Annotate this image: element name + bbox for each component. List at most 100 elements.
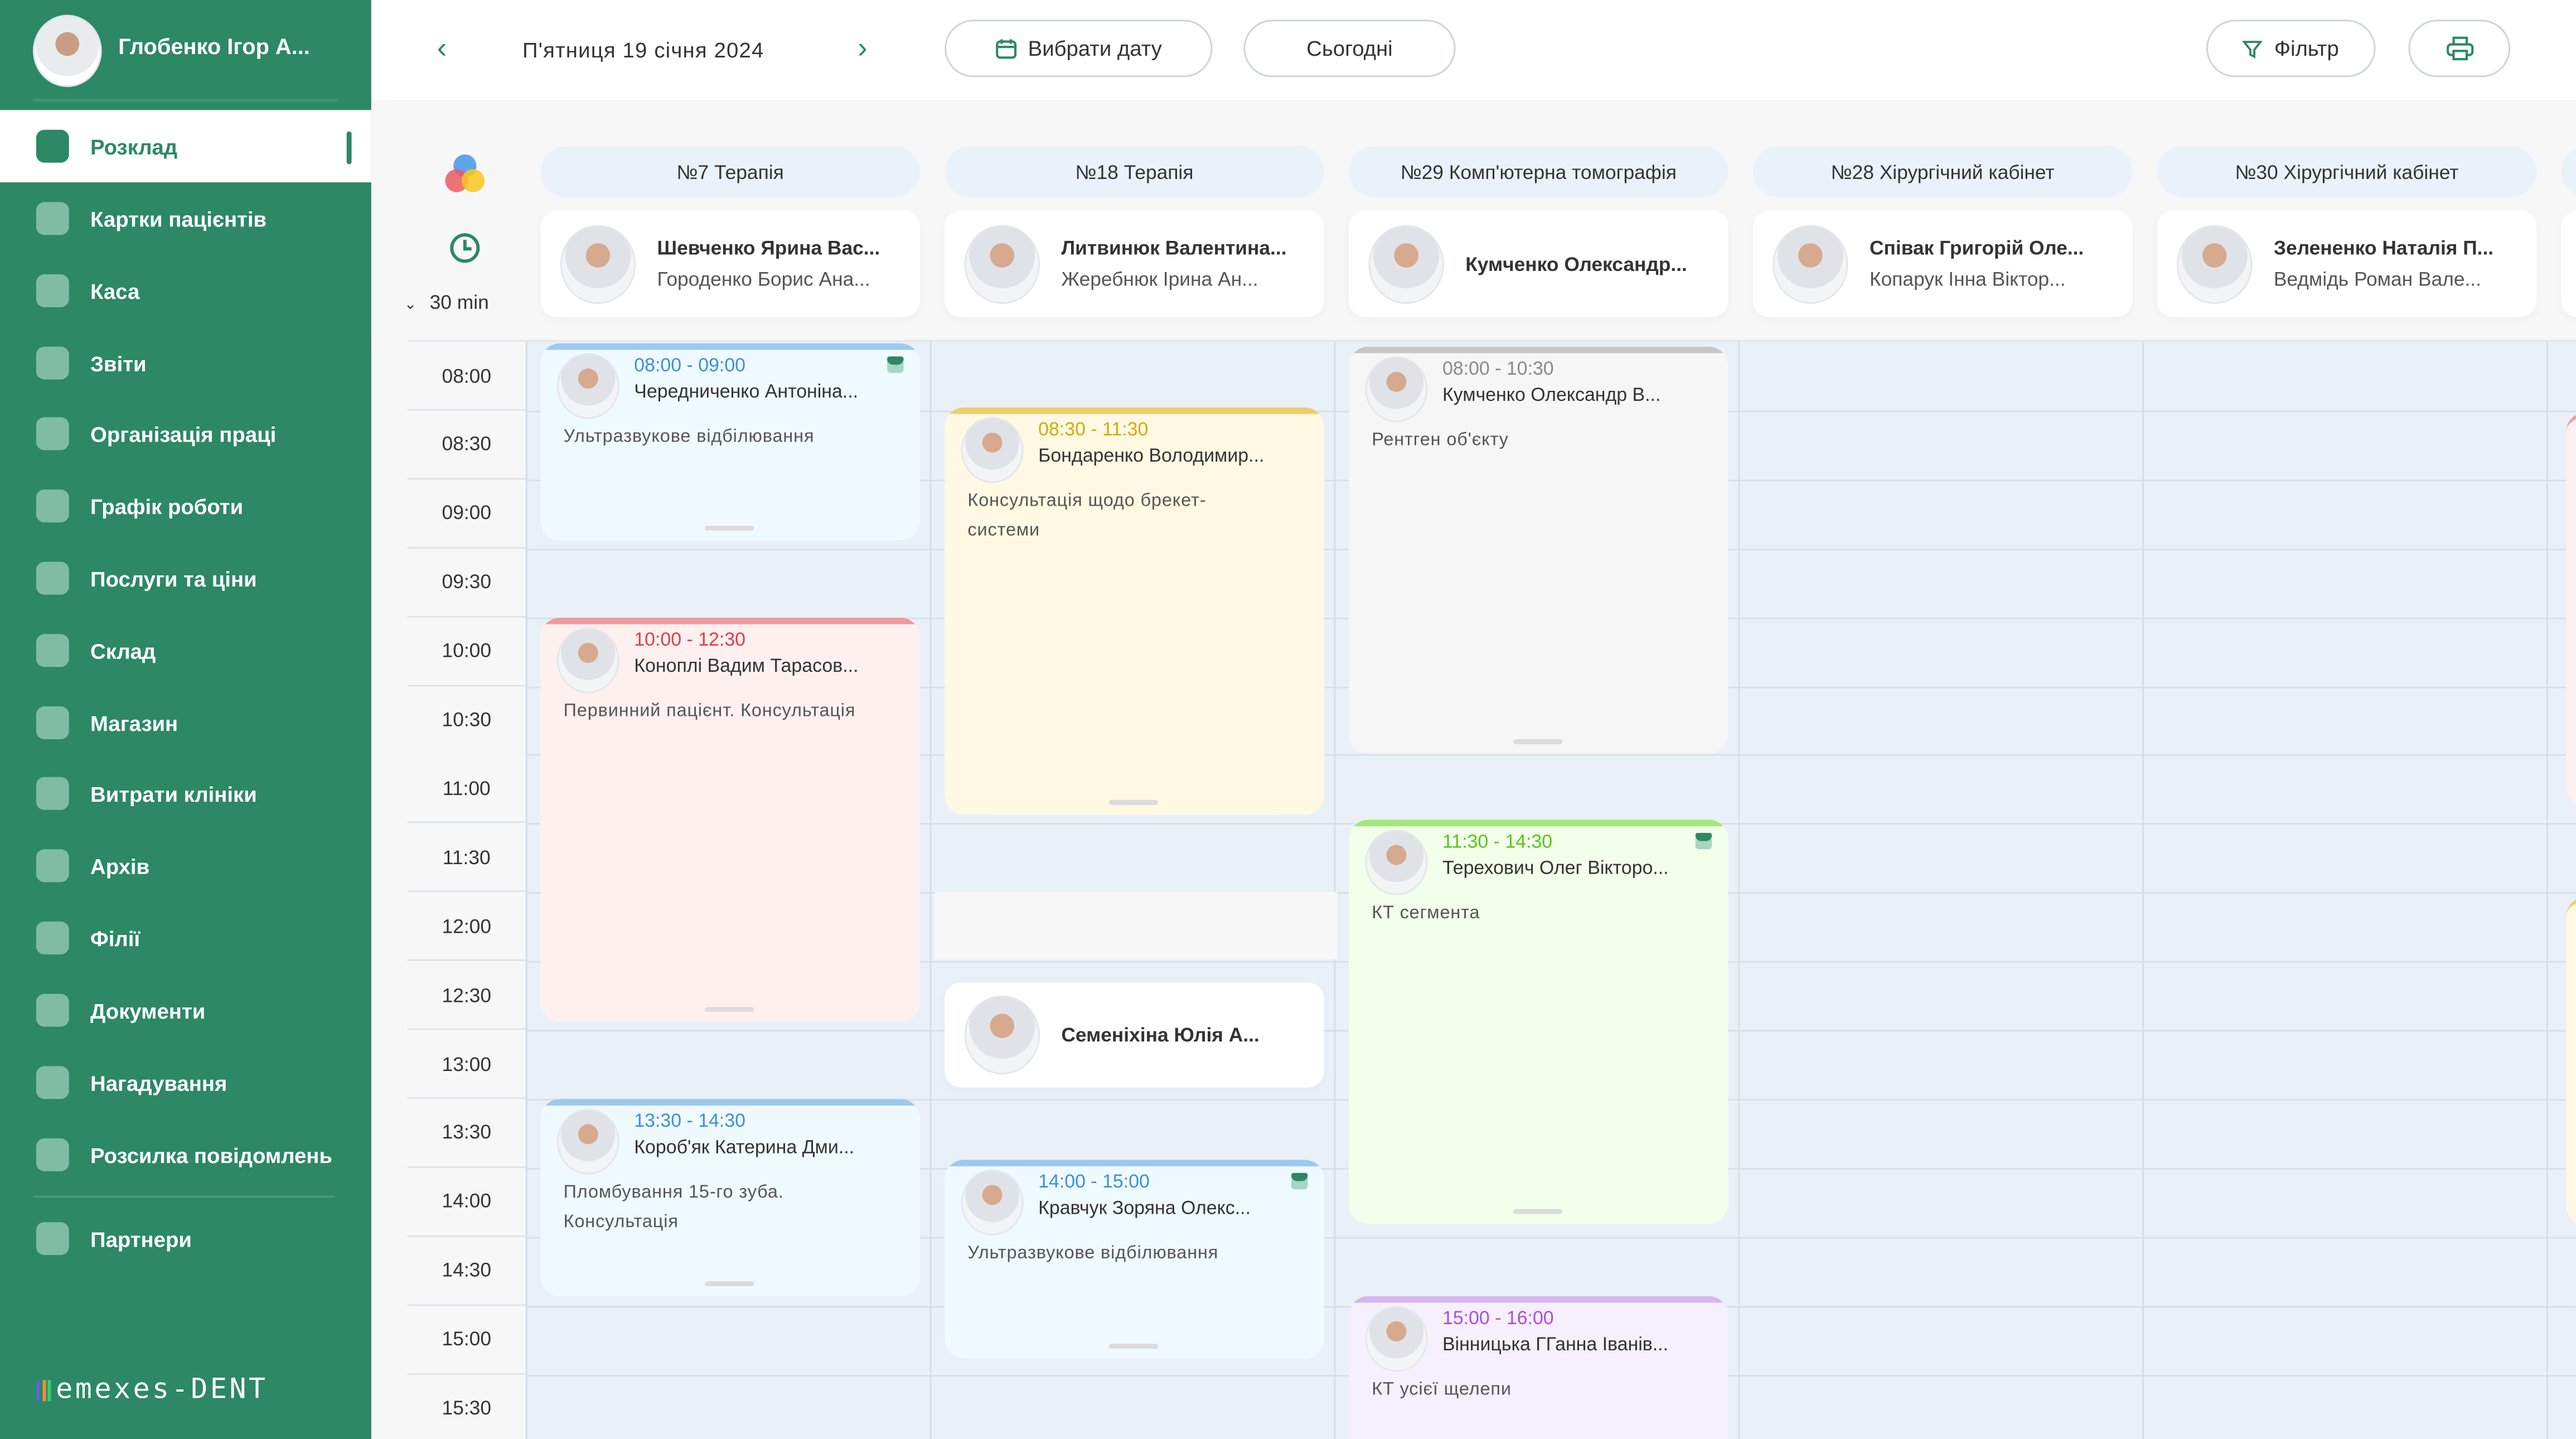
sidebar-item[interactable]: Організація праці	[0, 398, 371, 470]
shift-doctor-card[interactable]: Семеніхіна Юлія А...	[945, 982, 1324, 1088]
doctor-name: Шевченко Ярина Вас...	[657, 236, 880, 260]
appointment-card[interactable]: 13:30 - 14:30 Короб'як Катерина Дми... Пло…	[540, 1099, 920, 1296]
printer-icon	[2446, 36, 2473, 61]
sidebar-item[interactable]: Графік роботи	[0, 470, 371, 542]
confirmed-icon	[887, 356, 904, 373]
sidebar-item[interactable]: Звіти	[0, 327, 371, 399]
appointment-time: 08:00 - 10:30	[1442, 360, 1554, 380]
doctor-card[interactable]: Зелененко Наталія П... Ведмідь Роман Вале…	[2157, 210, 2537, 317]
sidebar-item[interactable]: Каса	[0, 255, 371, 327]
appointment-card[interactable]: 08:00 - 10:30 Кумченко Олександр В... Рент…	[1348, 346, 1728, 754]
resize-handle[interactable]	[705, 1281, 754, 1287]
appointment-time: 11:30 - 14:30	[1442, 832, 1553, 853]
bag-icon	[36, 706, 69, 739]
room-header[interactable]: №29 Комп'ютерна томографія	[1348, 146, 1728, 197]
time-label: 09:30	[407, 548, 526, 617]
appointment-card[interactable]: 15:00 - 16:00 Вінницька ГГанна Іванів... К…	[1348, 1296, 1728, 1439]
doctor-card-partial[interactable]	[2561, 210, 2576, 317]
sidebar-item[interactable]: Нагадування	[0, 1046, 371, 1119]
sidebar-item[interactable]: Розклад	[0, 110, 371, 183]
wallet-icon	[36, 274, 69, 307]
today-label: Сьогодні	[1306, 36, 1393, 61]
prev-day-chevron-icon[interactable]: ‹	[437, 31, 447, 66]
sidebar-item-label: Документи	[90, 997, 206, 1023]
status-bar	[1348, 1296, 1728, 1303]
resize-handle[interactable]	[1108, 800, 1159, 805]
sidebar-item-label: Архів	[90, 853, 150, 878]
document-icon	[36, 994, 69, 1027]
resize-handle[interactable]	[705, 525, 754, 531]
service-name: Первинний пацієнт. Консультація	[563, 701, 856, 721]
appointment-card[interactable]: 10:00 - 12:30 Коноплі Вадим Тарасов... Пер…	[540, 617, 920, 1022]
doctor-card[interactable]: Кумченко Олександр...	[1348, 210, 1728, 317]
doctor-name: Литвинюк Валентина...	[1061, 236, 1287, 260]
clock-icon[interactable]	[448, 231, 481, 264]
patient-avatar	[556, 627, 619, 694]
user-name[interactable]: Глобенко Ігор А...	[118, 35, 310, 59]
sidebar-item[interactable]: Архів	[0, 830, 371, 902]
room-header[interactable]: №28 Хірургічний кабінет	[1752, 146, 2133, 197]
current-date: П'ятниця 19 січня 2024	[522, 37, 764, 62]
filter-icon	[2243, 40, 2263, 58]
patient-name: Кравчук Зоряна Олекс...	[1038, 1199, 1251, 1219]
print-button[interactable]	[2408, 20, 2511, 77]
doctor-avatar	[1368, 224, 1444, 303]
appointment-card-partial[interactable]	[2566, 897, 2576, 1226]
appointment-card[interactable]: 14:00 - 15:00 Кравчук Зоряна Олекс... Ульт…	[945, 1160, 1324, 1359]
doctor-name: Кумченко Олександр...	[1465, 252, 1687, 275]
today-button[interactable]: Сьогодні	[1243, 20, 1456, 77]
doctor-card[interactable]: Литвинюк Валентина... Жеребнюк Ірина Ан..…	[945, 210, 1324, 317]
patient-name: Кумченко Олександр В...	[1442, 386, 1661, 406]
home-icon	[36, 921, 69, 955]
doctor-card[interactable]: Співак Григорій Оле... Копарук Інна Вікто…	[1752, 210, 2133, 317]
resize-handle[interactable]	[1108, 1344, 1159, 1349]
status-bar	[1348, 346, 1728, 353]
divider	[32, 1195, 336, 1198]
sidebar-item[interactable]: Партнери	[0, 1203, 371, 1275]
time-label: 12:00	[407, 892, 526, 962]
next-day-chevron-icon[interactable]: ›	[858, 31, 868, 66]
sidebar-item[interactable]: Послуги та ціни	[0, 542, 371, 614]
appointment-card[interactable]: 08:00 - 09:00 Чередниченко Антоніна... Уль…	[540, 343, 920, 541]
sidebar-item[interactable]: Склад	[0, 614, 371, 687]
doctor-name: Семеніхіна Юлія А...	[1061, 1023, 1260, 1046]
filter-button[interactable]: Фільтр	[2206, 20, 2376, 77]
patient-avatar	[556, 1108, 619, 1175]
sidebar-item-label: Філії	[90, 926, 141, 951]
sidebar-item[interactable]: Філії	[0, 902, 371, 975]
pick-date-button[interactable]: Вибрати дату	[945, 20, 1213, 77]
sidebar-item[interactable]: Розсилка повідомлень	[0, 1118, 371, 1191]
doctor-avatar	[560, 224, 636, 303]
room-header[interactable]: №18 Терапія	[945, 146, 1324, 197]
time-label: 13:00	[407, 1030, 526, 1099]
interval-select[interactable]: ⌄ 30 min	[404, 291, 489, 314]
sidebar-item-label: Партнери	[90, 1226, 192, 1251]
sidebar-item-label: Витрати клініки	[90, 781, 257, 806]
room-header[interactable]: №30 Хірургічний кабінет	[2157, 146, 2537, 197]
appointment-card-partial[interactable]	[2566, 412, 2576, 807]
sidebar-item[interactable]: Витрати клініки	[0, 757, 371, 830]
sidebar-item[interactable]: Магазин	[0, 687, 371, 759]
chart-icon	[36, 561, 69, 595]
cart-icon	[36, 634, 69, 667]
time-label: 10:00	[407, 617, 526, 686]
sidebar-item[interactable]: Картки пацієнтів	[0, 182, 371, 255]
time-label: 08:00	[407, 341, 526, 411]
doctor-info: Шевченко Ярина Вас... Городенко Борис Ана…	[657, 236, 880, 290]
appointment-time: 10:00 - 12:30	[634, 631, 746, 651]
status-bar	[945, 407, 1324, 414]
resize-handle[interactable]	[1513, 739, 1563, 744]
appointment-card[interactable]: 08:30 - 11:30 Бондаренко Володимир... Конс…	[945, 407, 1324, 815]
resize-handle[interactable]	[1513, 1209, 1563, 1214]
user-avatar[interactable]	[32, 14, 102, 88]
resize-handle[interactable]	[705, 1007, 754, 1012]
color-legend-icon[interactable]	[440, 149, 490, 198]
patient-avatar	[556, 353, 619, 419]
appointment-card[interactable]: 11:30 - 14:30 Терехович Олег Вікторо... КТ…	[1348, 820, 1728, 1224]
doctor-card[interactable]: Шевченко Ярина Вас... Городенко Борис Ана…	[540, 210, 920, 317]
room-header[interactable]: №7 Терапія	[540, 146, 920, 197]
status-bar	[945, 1160, 1324, 1166]
sidebar-item[interactable]: Документи	[0, 974, 371, 1046]
confirmed-icon	[1291, 1172, 1308, 1190]
column-divider	[2546, 341, 2548, 1439]
